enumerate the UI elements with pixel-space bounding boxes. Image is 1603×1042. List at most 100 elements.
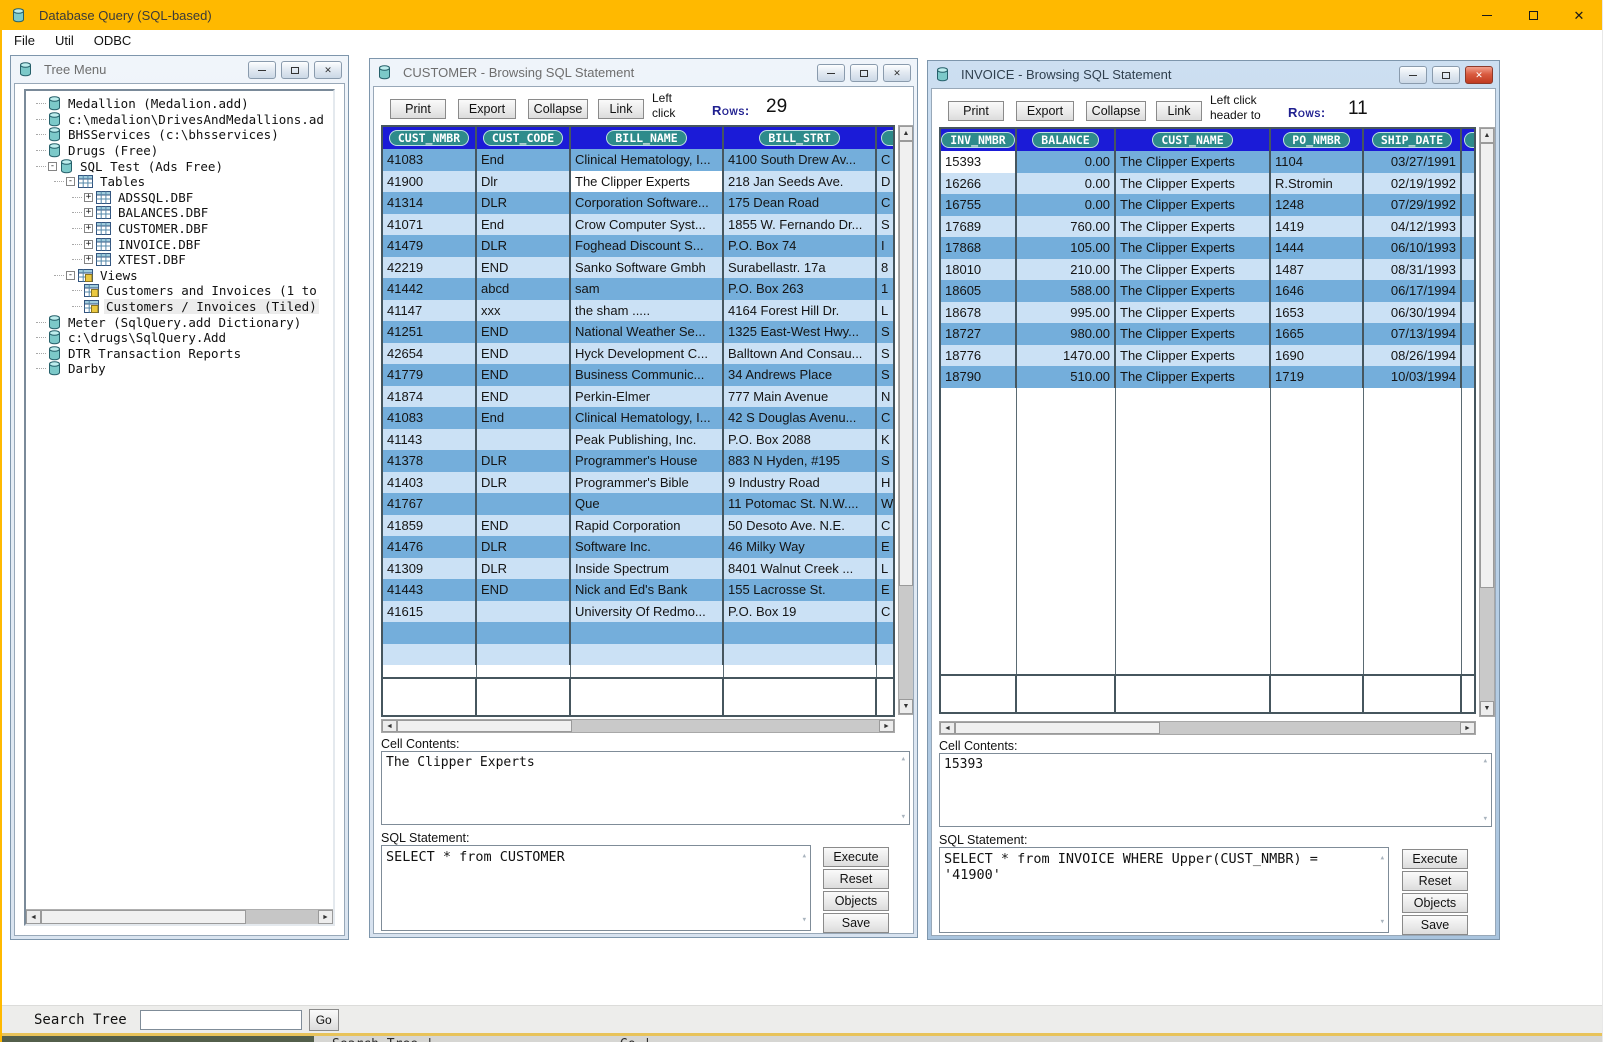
grid-cell[interactable]: END [477, 321, 571, 343]
expand-icon[interactable]: + [84, 208, 93, 217]
scroll-left-icon[interactable]: ◄ [26, 910, 41, 924]
menu-util[interactable]: Util [45, 33, 84, 48]
tree-item-label[interactable]: Darby [66, 361, 108, 376]
grid-cell[interactable]: P.O. Box 74 [724, 235, 877, 257]
grid-cell[interactable]: Clinical Hematology, I... [571, 407, 724, 429]
grid-empty-cell[interactable] [571, 679, 724, 715]
objects-button[interactable]: Objects [823, 891, 889, 911]
grid-cell[interactable]: R.Stromin [1271, 173, 1364, 195]
grid-cell[interactable]: I [877, 235, 893, 257]
grid-cell[interactable]: S [877, 343, 893, 365]
column-header-CUST_NAME[interactable]: CUST_NAME [1116, 129, 1271, 151]
tree-item-label[interactable]: BHSServices (c:\bhsservices) [66, 127, 281, 142]
tree-item-label[interactable]: Tables [98, 174, 147, 189]
grid-cell[interactable]: 210.00 [1017, 259, 1116, 281]
grid-cell[interactable]: 9 Industry Road [724, 472, 877, 494]
tree-window-titlebar[interactable]: Tree Menu ✕ [11, 56, 348, 83]
column-header-BILL_STRT[interactable]: BILL_STRT [724, 127, 877, 149]
grid-cell[interactable]: 980.00 [1017, 323, 1116, 345]
grid-cell[interactable] [1462, 194, 1474, 216]
grid-cell[interactable]: Que [571, 493, 724, 515]
grid-cell[interactable]: 42654 [383, 343, 477, 365]
tree-item[interactable]: -Views [26, 268, 333, 284]
minimize-button[interactable] [1464, 0, 1510, 30]
grid-cell[interactable]: 1444 [1271, 237, 1364, 259]
grid-cell[interactable]: abcd [477, 278, 571, 300]
grid-cell[interactable]: 41143 [383, 429, 477, 451]
reset-button[interactable]: Reset [1402, 871, 1468, 891]
execute-button[interactable]: Execute [823, 847, 889, 867]
grid-cell[interactable]: 8401 Walnut Creek ... [724, 558, 877, 580]
grid-cell[interactable] [1462, 345, 1474, 367]
grid-cell[interactable]: H [877, 472, 893, 494]
grid-cell[interactable]: 0.00 [1017, 151, 1116, 173]
grid-cell[interactable]: END [477, 257, 571, 279]
tree-item-label[interactable]: Drugs (Free) [66, 143, 160, 158]
grid-cell[interactable]: Software Inc. [571, 536, 724, 558]
grid-cell[interactable] [477, 493, 571, 515]
tree-horizontal-scrollbar[interactable]: ◄ ► [26, 909, 333, 924]
tree-item[interactable]: Darby [26, 361, 333, 377]
grid-cell[interactable]: W [877, 493, 893, 515]
grid-cell[interactable]: 08/31/1993 [1364, 259, 1462, 281]
grid-cell[interactable]: DLR [477, 192, 571, 214]
grid-cell[interactable] [1462, 151, 1474, 173]
grid-cell[interactable]: 42 S Douglas Avenu... [724, 407, 877, 429]
tree-item[interactable]: - Tables [26, 174, 333, 190]
grid-cell[interactable]: 18776 [941, 345, 1017, 367]
scroll-up-icon[interactable]: ▲ [1480, 128, 1494, 143]
grid-cell[interactable]: Perkin-Elmer [571, 386, 724, 408]
expand-icon[interactable]: + [84, 240, 93, 249]
grid-cell[interactable]: 1690 [1271, 345, 1364, 367]
grid-cell[interactable]: The Clipper Experts [1116, 151, 1271, 173]
column-header-BILL_NAME[interactable]: BILL_NAME [571, 127, 724, 149]
execute-button[interactable]: Execute [1402, 849, 1468, 869]
grid-cell[interactable]: P.O. Box 19 [724, 601, 877, 623]
grid-cell[interactable]: L [877, 558, 893, 580]
scroll-down-icon[interactable]: ▼ [899, 699, 913, 714]
grid-cell[interactable]: Clinical Hematology, I... [571, 149, 724, 171]
close-button[interactable]: ✕ [314, 61, 342, 79]
grid-cell[interactable]: 41147 [383, 300, 477, 322]
column-header-CUST_CODE[interactable]: CUST_CODE [477, 127, 571, 149]
grid-cell[interactable]: 155 Lacrosse St. [724, 579, 877, 601]
scroll-up-icon[interactable]: ▲ [899, 126, 913, 141]
grid-cell[interactable]: 18010 [941, 259, 1017, 281]
grid-cell[interactable]: DLR [477, 472, 571, 494]
grid-cell[interactable]: 41071 [383, 214, 477, 236]
link-button[interactable]: Link [1156, 101, 1202, 121]
tree-item[interactable]: BHSServices (c:\bhsservices) [26, 127, 333, 143]
grid-cell[interactable]: C [877, 192, 893, 214]
grid-cell[interactable]: 11 Potomac St. N.W.... [724, 493, 877, 515]
grid-cell[interactable] [1462, 216, 1474, 238]
grid-cell[interactable]: 588.00 [1017, 280, 1116, 302]
print-button[interactable]: Print [948, 101, 1004, 121]
collapse-button[interactable]: Collapse [1086, 101, 1146, 121]
print-button[interactable]: Print [390, 99, 446, 119]
grid-cell[interactable]: The Clipper Experts [1116, 366, 1271, 388]
grid-cell[interactable]: 18678 [941, 302, 1017, 324]
grid-cell[interactable]: 41900 [383, 171, 477, 193]
grid-cell[interactable]: End [477, 149, 571, 171]
scroll-down-icon[interactable]: ▾ [802, 912, 807, 928]
scrollbar-thumb[interactable] [899, 141, 913, 586]
grid-cell[interactable]: 0.00 [1017, 194, 1116, 216]
grid-cell[interactable]: 1653 [1271, 302, 1364, 324]
grid-cell[interactable]: DLR [477, 536, 571, 558]
tree-item[interactable]: +ADSSQL.DBF [26, 190, 333, 206]
grid-cell[interactable]: 1487 [1271, 259, 1364, 281]
grid-cell[interactable] [1462, 323, 1474, 345]
scroll-down-icon[interactable]: ▾ [1483, 814, 1488, 824]
grid-cell[interactable]: END [477, 579, 571, 601]
grid-cell[interactable]: 1470.00 [1017, 345, 1116, 367]
grid-cell[interactable]: 34 Andrews Place [724, 364, 877, 386]
grid-cell[interactable]: 15393 [941, 151, 1017, 173]
grid-cell[interactable]: The Clipper Experts [1116, 345, 1271, 367]
expand-icon[interactable]: + [84, 224, 93, 233]
collapse-icon[interactable]: - [66, 177, 75, 186]
tree-item[interactable]: Customers and Invoices (1 to [26, 283, 333, 299]
menu-odbc[interactable]: ODBC [84, 33, 142, 48]
link-button[interactable]: Link [598, 99, 644, 119]
horizontal-scrollbar[interactable]: ◄ ► [381, 719, 895, 733]
scrollbar-thumb[interactable] [1480, 143, 1494, 588]
